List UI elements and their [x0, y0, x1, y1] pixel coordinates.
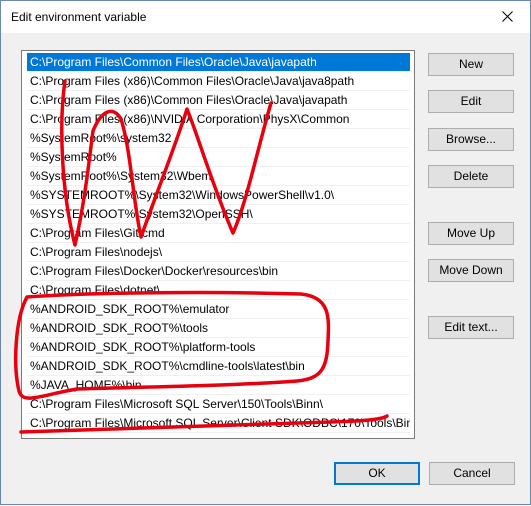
new-button[interactable]: New [428, 53, 514, 76]
path-entry[interactable]: %SystemRoot%\System32\Wbem [27, 167, 410, 186]
edit-button[interactable]: Edit [428, 90, 514, 113]
cancel-button[interactable]: Cancel [429, 462, 515, 485]
browse-button[interactable]: Browse... [428, 128, 514, 151]
path-entry[interactable]: %ANDROID_SDK_ROOT%\emulator [27, 300, 410, 319]
path-entry[interactable]: %SystemRoot% [27, 148, 410, 167]
close-icon [502, 10, 513, 22]
path-entry[interactable]: %JAVA_HOME%\bin [27, 376, 410, 395]
move-up-button[interactable]: Move Up [428, 222, 514, 245]
path-entry[interactable]: %SYSTEMROOT%\System32\OpenSSH\ [27, 205, 410, 224]
edit-text-button[interactable]: Edit text... [428, 316, 514, 339]
move-down-button[interactable]: Move Down [428, 259, 514, 282]
path-entry[interactable]: C:\Program Files (x86)\NVIDIA Corporatio… [27, 110, 410, 129]
path-entry[interactable]: C:\Program Files (x86)\Common Files\Orac… [27, 91, 410, 110]
path-entry[interactable]: %SystemRoot%\system32 [27, 129, 410, 148]
dialog-title: Edit environment variable [11, 10, 147, 24]
path-entry[interactable]: C:\Program Files\Common Files\Oracle\Jav… [27, 53, 410, 72]
path-entry[interactable]: C:\Program Files\Git\cmd [27, 224, 410, 243]
path-entry[interactable]: %ANDROID_SDK_ROOT%\tools [27, 319, 410, 338]
path-entry[interactable]: C:\Program Files\nodejs\ [27, 243, 410, 262]
ok-button[interactable]: OK [334, 462, 420, 485]
path-entry[interactable]: %ANDROID_SDK_ROOT%\cmdline-tools\latest\… [27, 357, 410, 376]
path-entry[interactable]: C:\Program Files (x86)\Common Files\Orac… [27, 72, 410, 91]
close-button[interactable] [485, 1, 530, 31]
path-entry[interactable]: C:\Program Files\Docker\Docker\resources… [27, 262, 410, 281]
path-entries-list[interactable]: C:\Program Files\Common Files\Oracle\Jav… [21, 50, 415, 439]
path-entry[interactable]: C:\Program Files\Microsoft SQL Server\15… [27, 395, 410, 414]
path-entry[interactable]: %SYSTEMROOT%\System32\WindowsPowerShell\… [27, 186, 410, 205]
edit-env-variable-dialog: Edit environment variable C:\Program Fil… [0, 0, 531, 505]
path-entry[interactable]: C:\Program Files\dotnet\ [27, 281, 410, 300]
path-entry[interactable]: %ANDROID_SDK_ROOT%\platform-tools [27, 338, 410, 357]
delete-button[interactable]: Delete [428, 165, 514, 188]
path-entry[interactable]: C:\Program Files\Microsoft SQL Server\Cl… [27, 414, 410, 433]
title-bar[interactable]: Edit environment variable [1, 1, 530, 33]
